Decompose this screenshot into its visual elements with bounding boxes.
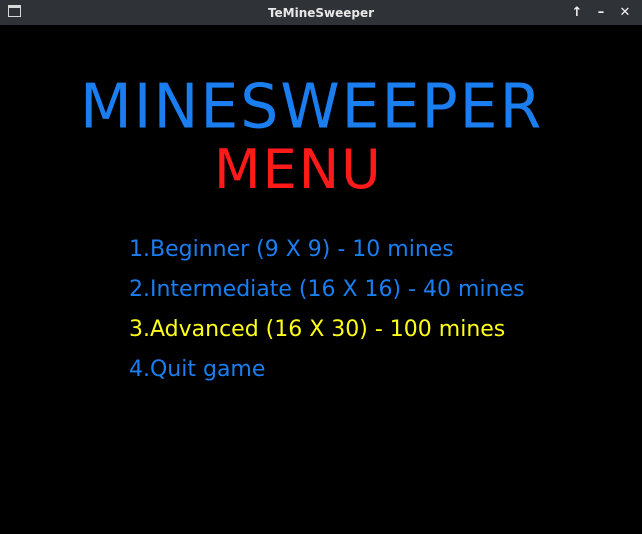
close-icon[interactable]: ✕ — [616, 4, 634, 22]
difficulty-menu: 1.Beginner (9 X 9) - 10 mines 2.Intermed… — [129, 230, 525, 390]
title-bar[interactable]: TeMineSweeper ↑ – ✕ — [0, 0, 642, 25]
menu-item-quit[interactable]: 4.Quit game — [129, 350, 525, 390]
menu-item-intermediate[interactable]: 2.Intermediate (16 X 16) - 40 mines — [129, 270, 525, 310]
keep-above-icon[interactable]: ↑ — [568, 4, 586, 22]
window-title: TeMineSweeper — [267, 5, 375, 20]
window-icon[interactable] — [8, 5, 21, 17]
game-canvas[interactable]: MINESWEEPER MENU 1.Beginner (9 X 9) - 10… — [0, 25, 642, 534]
window-controls: ↑ – ✕ — [568, 0, 634, 25]
minimize-icon[interactable]: – — [592, 4, 610, 22]
game-title: MINESWEEPER — [80, 71, 544, 143]
app-window: TeMineSweeper ↑ – ✕ MINESWEEPER MENU 1.B… — [0, 0, 642, 534]
menu-heading: MENU — [214, 138, 383, 201]
menu-item-beginner[interactable]: 1.Beginner (9 X 9) - 10 mines — [129, 230, 525, 270]
menu-item-advanced[interactable]: 3.Advanced (16 X 30) - 100 mines — [129, 310, 525, 350]
